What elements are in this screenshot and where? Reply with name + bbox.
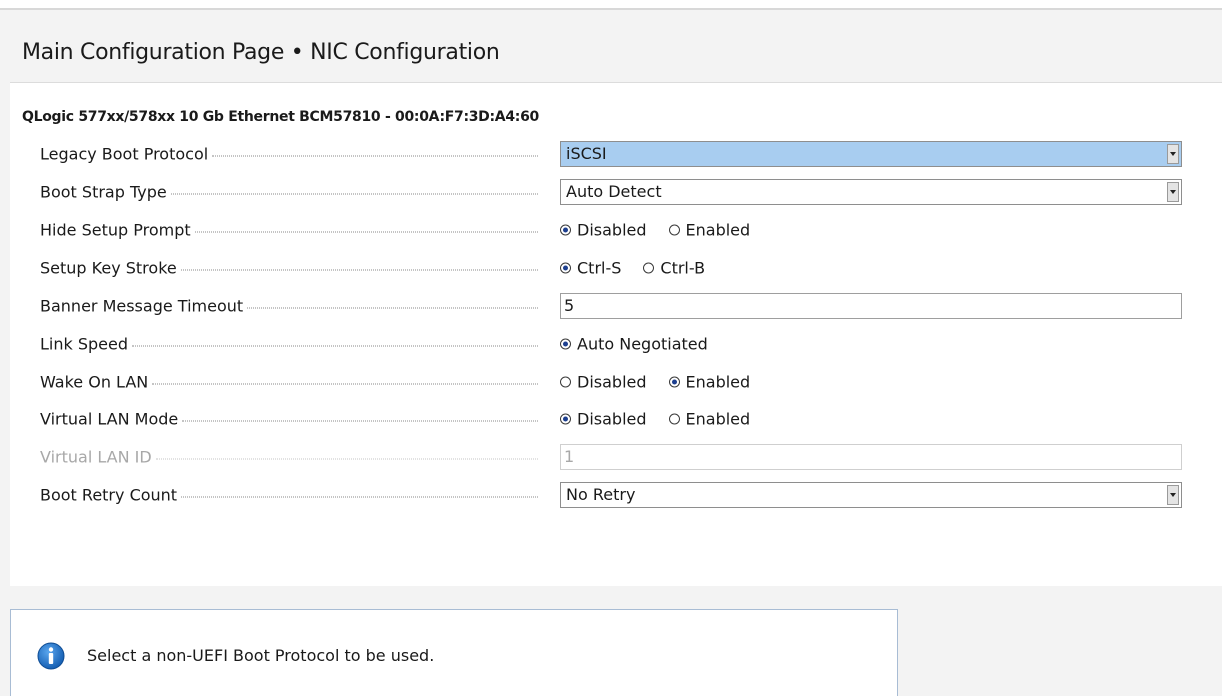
field-label: Virtual LAN Mode [40,409,179,429]
dotted-leader [181,496,538,498]
radio-selected-icon[interactable] [560,413,571,425]
dotted-leader [155,458,538,460]
banner-message-timeout-input[interactable]: 5 [560,293,1182,319]
dotted-leader [194,231,538,233]
row-hide-setup-prompt: Hide Setup Prompt Disabled Enabled [10,215,1222,245]
dotted-leader [212,155,538,157]
wake-on-lan-radio-group: Disabled Enabled [560,373,750,392]
radio-unselected-icon[interactable] [643,262,655,274]
field-label: Banner Message Timeout [40,296,244,316]
virtual-lan-mode-option-enabled[interactable]: Enabled [668,409,751,429]
row-virtual-lan-mode: Virtual LAN Mode Disabled Enabled [10,404,1222,434]
row-virtual-lan-id: Virtual LAN ID 1 [10,442,1222,472]
setup-key-stroke-radio-group: Ctrl-S Ctrl-B [560,259,705,278]
field-label: Virtual LAN ID [40,447,152,467]
field-label: Boot Retry Count [40,485,178,505]
page-title: Main Configuration Page • NIC Configurat… [22,40,500,65]
field-label: Wake On LAN [40,372,149,392]
boot-retry-count-label: Boot Retry Count [40,486,538,505]
virtual-lan-id-input: 1 [560,444,1182,470]
radio-selected-icon[interactable] [560,224,571,236]
hide-setup-prompt-option-enabled[interactable]: Enabled [668,220,751,240]
device-heading: QLogic 577xx/578xx 10 Gb Ethernet BCM578… [22,109,539,125]
setup-key-stroke-option-ctrl-s[interactable]: Ctrl-S [560,259,621,278]
row-banner-message-timeout: Banner Message Timeout 5 [10,291,1222,321]
setup-key-stroke-option-ctrl-b[interactable]: Ctrl-B [643,259,705,278]
field-label: Hide Setup Prompt [40,220,191,240]
select-value: No Retry [566,485,636,504]
option-label: Disabled [577,409,647,429]
field-label: Legacy Boot Protocol [40,144,209,164]
virtual-lan-mode-label: Virtual LAN Mode [40,410,538,429]
wake-on-lan-option-enabled[interactable]: Enabled [668,372,751,392]
link-speed-radio-group: Auto Negotiated [560,335,708,354]
dotted-leader [182,420,538,422]
hide-setup-prompt-radio-group: Disabled Enabled [560,221,750,240]
radio-unselected-icon[interactable] [560,376,571,388]
wake-on-lan-label: Wake On LAN [40,373,538,392]
radio-selected-icon[interactable] [560,338,571,350]
help-message-box: Select a non-UEFI Boot Protocol to be us… [10,609,898,696]
row-legacy-boot-protocol: Legacy Boot Protocol iSCSI [10,139,1222,169]
dropdown-arrow-icon[interactable] [1167,144,1179,164]
legacy-boot-protocol-select[interactable]: iSCSI [560,141,1182,167]
select-value: Auto Detect [566,182,662,201]
dotted-leader [152,383,538,385]
option-label: Disabled [577,220,647,240]
boot-strap-type-select[interactable]: Auto Detect [560,179,1182,205]
dropdown-arrow-icon[interactable] [1167,182,1179,202]
virtual-lan-mode-option-disabled[interactable]: Disabled [560,410,647,429]
link-speed-label: Link Speed [40,335,538,354]
wake-on-lan-option-disabled[interactable]: Disabled [560,373,647,392]
row-link-speed: Link Speed Auto Negotiated [10,329,1222,359]
link-speed-option-auto-negotiated[interactable]: Auto Negotiated [560,335,708,354]
field-label: Setup Key Stroke [40,258,177,278]
field-label: Link Speed [40,334,129,354]
virtual-lan-mode-radio-group: Disabled Enabled [560,410,750,429]
settings-panel: QLogic 577xx/578xx 10 Gb Ethernet BCM578… [10,82,1222,586]
banner-message-timeout-label: Banner Message Timeout [40,297,538,316]
select-value: iSCSI [566,144,607,163]
option-label: Ctrl-S [577,258,622,278]
option-label: Enabled [685,372,751,392]
row-setup-key-stroke: Setup Key Stroke Ctrl-S Ctrl-B [10,253,1222,283]
hide-setup-prompt-option-disabled[interactable]: Disabled [560,221,647,240]
radio-selected-icon[interactable] [560,262,571,274]
option-label: Enabled [685,220,751,240]
option-label: Ctrl-B [660,258,706,278]
dotted-leader [170,193,538,195]
dotted-leader [247,307,538,309]
nic-configuration-window: Main Configuration Page • NIC Configurat… [0,0,1222,696]
legacy-boot-protocol-label: Legacy Boot Protocol [40,145,538,164]
setup-key-stroke-label: Setup Key Stroke [40,259,538,278]
radio-unselected-icon[interactable] [668,224,680,236]
row-wake-on-lan: Wake On LAN Disabled Enabled [10,367,1222,397]
dropdown-arrow-icon[interactable] [1167,485,1179,505]
info-icon [37,642,65,670]
help-text: Select a non-UEFI Boot Protocol to be us… [87,646,435,665]
radio-unselected-icon[interactable] [668,413,680,425]
option-label: Enabled [685,409,751,429]
hide-setup-prompt-label: Hide Setup Prompt [40,221,538,240]
field-label: Boot Strap Type [40,182,167,202]
row-boot-retry-count: Boot Retry Count No Retry [10,480,1222,510]
dotted-leader [132,345,538,347]
virtual-lan-id-label: Virtual LAN ID [40,448,538,467]
option-label: Auto Negotiated [577,334,708,354]
boot-retry-count-select[interactable]: No Retry [560,482,1182,508]
option-label: Disabled [577,372,647,392]
row-boot-strap-type: Boot Strap Type Auto Detect [10,177,1222,207]
radio-selected-icon[interactable] [668,376,680,388]
boot-strap-type-label: Boot Strap Type [40,183,538,202]
dotted-leader [180,269,538,271]
top-border [0,0,1222,10]
